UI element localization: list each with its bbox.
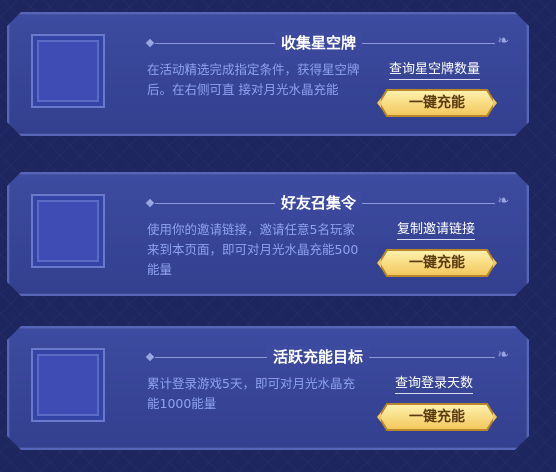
swirl-ornament-icon: ❧ bbox=[497, 193, 509, 209]
query-star-cards-link[interactable]: 查询星空牌数量 bbox=[389, 61, 480, 80]
charge-button-label: 一键充能 bbox=[409, 255, 465, 271]
card-title: 好友召集令 bbox=[275, 192, 362, 214]
card-description: 在活动精选完成指定条件，获得星空牌后。在右侧可直 接对月光水晶充能 bbox=[147, 62, 360, 97]
query-login-days-link[interactable]: 查询登录天数 bbox=[395, 375, 473, 394]
card-title: 收集星空牌 bbox=[275, 32, 362, 54]
reward-icon-placeholder bbox=[31, 348, 105, 422]
charge-button-label: 一键充能 bbox=[409, 409, 465, 425]
card-description: 累计登录游戏5天，即可对月光水晶充能1000能量 bbox=[147, 376, 355, 411]
one-click-charge-button[interactable]: 一键充能 bbox=[377, 402, 497, 432]
task-card-friend-invite: ❧ 好友召集令 使用你的邀请链接，邀请任意5名玩家来到本页面，即可对月光水晶充能… bbox=[7, 172, 529, 296]
charge-button-label: 一键充能 bbox=[409, 95, 465, 111]
reward-icon-placeholder bbox=[31, 194, 105, 268]
one-click-charge-button[interactable]: 一键充能 bbox=[377, 88, 497, 118]
card-description: 使用你的邀请链接，邀请任意5名玩家来到本页面，即可对月光水晶充能500能量 bbox=[147, 222, 359, 277]
swirl-ornament-icon: ❧ bbox=[497, 33, 509, 49]
one-click-charge-button[interactable]: 一键充能 bbox=[377, 248, 497, 278]
swirl-ornament-icon: ❧ bbox=[497, 347, 509, 363]
reward-icon-placeholder bbox=[31, 34, 105, 108]
card-title: 活跃充能目标 bbox=[267, 346, 369, 368]
copy-invite-link[interactable]: 复制邀请链接 bbox=[397, 221, 475, 240]
task-card-active-login: ❧ 活跃充能目标 累计登录游戏5天，即可对月光水晶充能1000能量 查询登录天数… bbox=[7, 326, 529, 450]
task-card-collect-star-cards: ❧ 收集星空牌 在活动精选完成指定条件，获得星空牌后。在右侧可直 接对月光水晶充… bbox=[7, 12, 529, 136]
